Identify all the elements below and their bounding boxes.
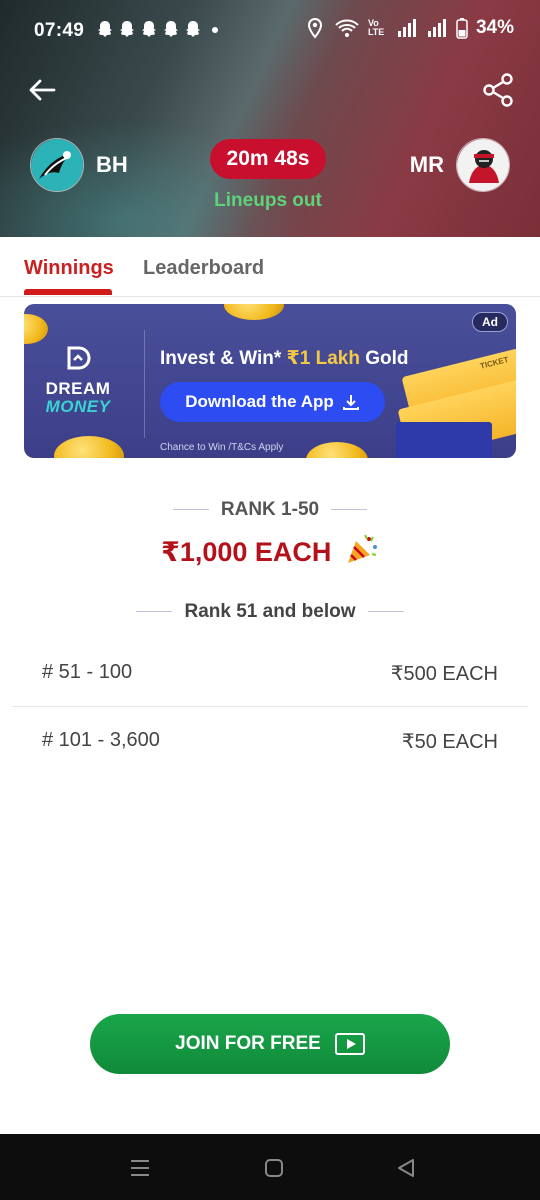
top-rank-text: RANK 1-50 (220, 499, 320, 520)
prize-amount: ₹50 EACH (401, 731, 498, 753)
status-time: 07:49 (34, 20, 85, 41)
volte-label: Vo LTE (367, 18, 385, 37)
more-notifications-dot (212, 27, 218, 33)
team-left: BH (30, 138, 128, 192)
divider-line (331, 509, 368, 511)
logo-money-text: MONEY (45, 397, 111, 416)
wifi-icon (335, 19, 359, 37)
prize-range: # 101 - 3,600 (42, 729, 160, 751)
team-right-logo (456, 138, 510, 192)
divider-line (172, 509, 209, 511)
battery-icon (456, 18, 468, 39)
ad-fineprint: Chance to Win /T&Cs Apply (160, 442, 284, 453)
recent-apps-icon[interactable] (128, 1156, 152, 1180)
signal-icon-2 (427, 19, 446, 37)
sub-rank-label: Rank 51 and below (0, 601, 540, 623)
video-play-icon (334, 1033, 365, 1055)
dream-money-mark-icon (67, 346, 91, 370)
home-icon[interactable] (262, 1156, 286, 1180)
top-rank-amount: ₹1,000 EACH (161, 537, 332, 567)
snapchat-icon (120, 21, 134, 37)
coin-decoration (224, 304, 284, 320)
coin-decoration (306, 442, 368, 458)
back-arrow-icon[interactable] (24, 72, 60, 108)
team-right: MR (410, 138, 510, 192)
top-rank-label: RANK 1-50 (0, 499, 540, 521)
signal-icon (397, 19, 416, 37)
coin-decoration (54, 436, 124, 458)
system-nav-bar (0, 1134, 540, 1200)
tab-bar: Winnings Leaderboard (0, 237, 540, 297)
prize-row: # 101 - 3,600 ₹50 EACH (12, 707, 528, 775)
status-bar: 07:49 Vo LTE 34% (0, 0, 540, 62)
download-app-button[interactable]: Download the App (160, 382, 385, 422)
team-left-code: BH (96, 152, 128, 177)
ad-headline-post: Gold (359, 348, 409, 369)
snapchat-icon (164, 21, 178, 37)
prize-row: # 51 - 100 ₹500 EACH (12, 639, 528, 707)
download-icon (342, 395, 359, 410)
notification-icons (96, 20, 218, 40)
snapchat-icon (98, 21, 112, 37)
team-left-logo (30, 138, 84, 192)
ad-divider (144, 330, 145, 438)
system-icons: Vo LTE 34% (304, 17, 514, 39)
join-for-free-button[interactable]: JOIN FOR FREE (90, 1014, 450, 1074)
snapchat-icon (186, 21, 200, 37)
team-right-code: MR (409, 152, 444, 177)
top-rank-prize: ₹1,000 EACH (0, 533, 540, 568)
ad-headline-pre: Invest & Win* (160, 348, 287, 369)
coin-decoration (24, 314, 48, 344)
location-icon (307, 17, 322, 39)
battery-level: 34% (475, 17, 514, 38)
party-popper-icon (347, 534, 377, 563)
active-tab-indicator (24, 289, 112, 295)
ticket-label: TICKET (479, 355, 510, 371)
cube-decoration (396, 422, 492, 458)
join-button-label: JOIN FOR FREE (175, 1033, 321, 1054)
ad-headline: Invest & Win* ₹1 Lakh Gold (160, 347, 409, 370)
ad-banner[interactable]: TICKET Ad DREAM MONEY Invest & Win* ₹1 L… (24, 304, 516, 458)
prize-amount: ₹500 EACH (390, 663, 498, 685)
back-nav-icon[interactable] (394, 1156, 418, 1180)
ad-badge: Ad (472, 312, 508, 332)
lineups-status: Lineups out (214, 190, 322, 211)
snapchat-icon (142, 21, 156, 37)
share-icon[interactable] (480, 72, 516, 108)
match-header: 07:49 Vo LTE 34% BH 20m 48s Lineups out (0, 0, 540, 237)
divider-line (136, 611, 173, 613)
tab-winnings[interactable]: Winnings (24, 257, 114, 280)
sub-rank-text: Rank 51 and below (184, 601, 356, 622)
dream-money-logo: DREAM MONEY (38, 344, 118, 416)
match-timer: 20m 48s (210, 139, 326, 179)
ad-headline-gold: ₹1 Lakh (286, 348, 360, 369)
divider-line (367, 611, 404, 613)
logo-dream-text: DREAM (45, 379, 111, 398)
tab-leaderboard[interactable]: Leaderboard (143, 257, 264, 280)
download-app-label: Download the App (185, 392, 334, 411)
prize-range: # 51 - 100 (42, 661, 133, 683)
